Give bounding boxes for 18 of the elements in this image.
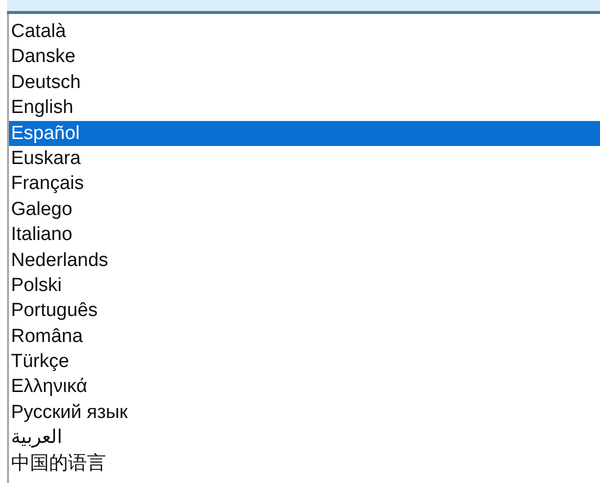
list-item[interactable]: العربية — [9, 425, 600, 451]
list-item[interactable]: Deutsch — [9, 70, 600, 96]
list-item[interactable]: Nederlands — [9, 248, 600, 273]
list-item[interactable]: Euskara — [9, 146, 600, 172]
list-item[interactable]: English — [9, 95, 600, 121]
list-item[interactable]: Português — [9, 298, 600, 324]
list-item[interactable]: Ελληνικά — [9, 374, 600, 400]
list-item[interactable]: Español — [9, 120, 600, 146]
list-item[interactable]: Català — [9, 19, 600, 44]
list-item[interactable]: Русский язык — [9, 400, 600, 426]
list-item[interactable]: Danske — [9, 44, 600, 70]
list-item[interactable]: Türkçe — [9, 349, 600, 374]
list-item[interactable]: Français — [9, 171, 600, 197]
list-item[interactable]: Polski — [9, 272, 600, 298]
list-item[interactable]: Româna — [9, 324, 600, 350]
list-item[interactable]: Galego — [9, 196, 600, 222]
list-item[interactable]: Italiano — [9, 222, 600, 248]
list-item[interactable]: 中国的语言 — [9, 450, 600, 476]
